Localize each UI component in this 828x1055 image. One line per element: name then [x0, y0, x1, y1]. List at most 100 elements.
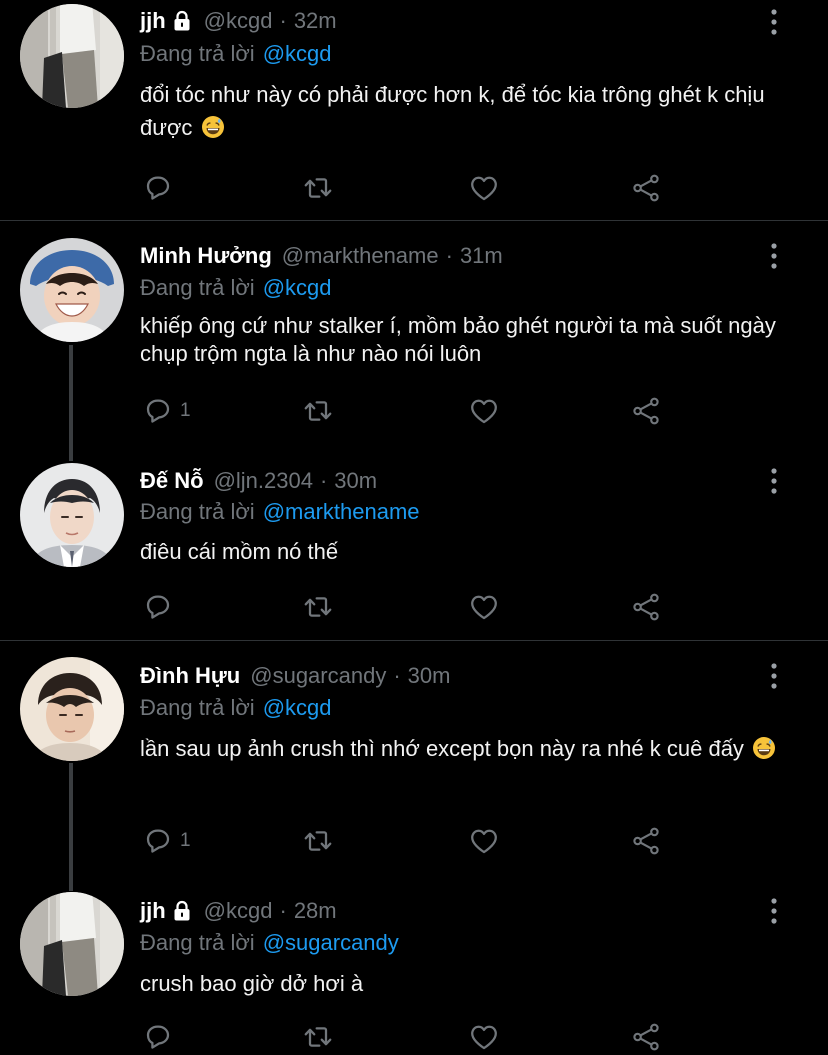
replying-to-label: Đang trả lời	[140, 930, 255, 955]
like-button[interactable]	[468, 393, 500, 429]
mention-link[interactable]: @markthename	[263, 499, 420, 525]
tweet[interactable]: Đế Nỗ @ljn.2304 · 30m Đang trả lời @mark…	[0, 461, 828, 641]
tweet-text: đổi tóc như này có phải được hơn k, để t…	[140, 78, 790, 144]
replying-to-label: Đang trả lời	[140, 695, 255, 720]
separator: ·	[279, 8, 287, 33]
reply-count: 1	[180, 400, 191, 421]
reply-icon	[142, 395, 174, 427]
user-handle[interactable]: @markthename	[282, 243, 439, 269]
grinning-sweat-emoji	[201, 115, 225, 139]
replying-to: Đang trả lời @sugarcandy	[140, 928, 399, 958]
display-name[interactable]: jjh	[140, 8, 166, 34]
tweet[interactable]: Minh Hưởng @markthename · 31m Đang trả l…	[0, 221, 828, 461]
display-name[interactable]: Minh Hưởng	[140, 243, 272, 269]
tweet-text: khiếp ông cứ như stalker í, mồm bảo ghét…	[140, 312, 790, 368]
heart-icon	[468, 591, 500, 623]
share-button[interactable]	[630, 823, 662, 859]
avatar-photo	[20, 463, 124, 567]
mention-link[interactable]: @kcgd	[263, 695, 332, 721]
lock-icon	[172, 10, 192, 32]
tweet[interactable]: jjh @kcgd · 32m Đang trả lời @kcgd đổi t…	[0, 0, 828, 220]
action-bar	[140, 170, 700, 206]
tweet-header: jjh @kcgd · 32m	[140, 4, 748, 38]
user-handle[interactable]: @ljn.2304	[214, 468, 313, 494]
retweet-button[interactable]	[302, 1019, 334, 1055]
reply-icon	[142, 825, 174, 857]
display-name[interactable]: Đế Nỗ	[140, 468, 204, 494]
mention-link[interactable]: @sugarcandy	[263, 930, 399, 956]
retweet-button[interactable]	[302, 393, 334, 429]
reply-button[interactable]	[142, 589, 180, 625]
share-icon	[630, 1021, 662, 1053]
like-button[interactable]	[468, 823, 500, 859]
avatar[interactable]	[20, 463, 124, 567]
retweet-button[interactable]	[302, 823, 334, 859]
mention-link[interactable]: @kcgd	[263, 275, 332, 301]
retweet-icon	[302, 1021, 334, 1053]
reply-button[interactable]	[142, 1019, 180, 1055]
user-handle[interactable]: @sugarcandy	[250, 663, 386, 689]
avatar-photo	[20, 4, 124, 108]
tweet-header: jjh @kcgd · 28m	[140, 894, 748, 928]
display-name[interactable]: jjh	[140, 898, 166, 924]
heart-icon	[468, 395, 500, 427]
more-vertical-icon[interactable]	[762, 897, 786, 925]
timestamp[interactable]: 31m	[460, 243, 503, 269]
timestamp[interactable]: 30m	[334, 468, 377, 494]
timestamp[interactable]: 30m	[408, 663, 451, 689]
retweet-icon	[302, 825, 334, 857]
tweet[interactable]: jjh @kcgd · 28m Đang trả lời @sugarcandy…	[0, 891, 828, 1053]
replying-to: Đang trả lời @kcgd	[140, 39, 332, 69]
reply-icon	[142, 172, 174, 204]
reply-button[interactable]: 1	[142, 823, 191, 859]
tweet-text-content: khiếp ông cứ như stalker í, mồm bảo ghét…	[140, 313, 776, 366]
heart-icon	[468, 825, 500, 857]
like-button[interactable]	[468, 589, 500, 625]
tweet-text-content: đổi tóc như này có phải được hơn k, để t…	[140, 82, 765, 140]
like-button[interactable]	[468, 170, 500, 206]
display-name[interactable]: Đình Hựu	[140, 663, 240, 689]
share-button[interactable]	[630, 393, 662, 429]
action-bar: 1	[140, 393, 700, 429]
retweet-button[interactable]	[302, 170, 334, 206]
reply-button[interactable]: 1	[142, 393, 191, 429]
timestamp[interactable]: 28m	[294, 898, 337, 924]
action-bar	[140, 589, 700, 625]
tweet-text-content: lần sau up ảnh crush thì nhớ except bọn …	[140, 736, 744, 761]
thread-line	[69, 763, 73, 891]
lock-icon	[172, 900, 192, 922]
share-button[interactable]	[630, 589, 662, 625]
action-bar	[140, 1019, 700, 1055]
timestamp[interactable]: 32m	[294, 8, 337, 34]
tweet-text-content: crush bao giờ dở hơi à	[140, 971, 364, 996]
avatar[interactable]	[20, 4, 124, 108]
replying-to-label: Đang trả lời	[140, 499, 255, 524]
more-vertical-icon[interactable]	[762, 8, 786, 36]
retweet-button[interactable]	[302, 589, 334, 625]
thread-line	[69, 345, 73, 461]
heart-icon	[468, 172, 500, 204]
share-button[interactable]	[630, 1019, 662, 1055]
avatar[interactable]	[20, 238, 124, 342]
user-handle[interactable]: @kcgd	[204, 898, 273, 924]
heart-icon	[468, 1021, 500, 1053]
mention-link[interactable]: @kcgd	[263, 41, 332, 67]
user-handle[interactable]: @kcgd	[204, 8, 273, 34]
replying-to: Đang trả lời @kcgd	[140, 693, 332, 723]
reply-icon	[142, 1021, 174, 1053]
replying-to: Đang trả lời @markthename	[140, 497, 420, 527]
share-icon	[630, 395, 662, 427]
more-vertical-icon[interactable]	[762, 662, 786, 690]
more-vertical-icon[interactable]	[762, 467, 786, 495]
more-vertical-icon[interactable]	[762, 242, 786, 270]
avatar-photo	[20, 238, 124, 342]
avatar[interactable]	[20, 892, 124, 996]
reply-button[interactable]	[142, 170, 180, 206]
tweet-header: Minh Hưởng @markthename · 31m	[140, 239, 748, 273]
tweet[interactable]: Đình Hựu @sugarcandy · 30m Đang trả lời …	[0, 641, 828, 891]
avatar[interactable]	[20, 657, 124, 761]
replying-to-label: Đang trả lời	[140, 41, 255, 66]
like-button[interactable]	[468, 1019, 500, 1055]
grinning-sweat-emoji	[752, 736, 776, 760]
share-button[interactable]	[630, 170, 662, 206]
